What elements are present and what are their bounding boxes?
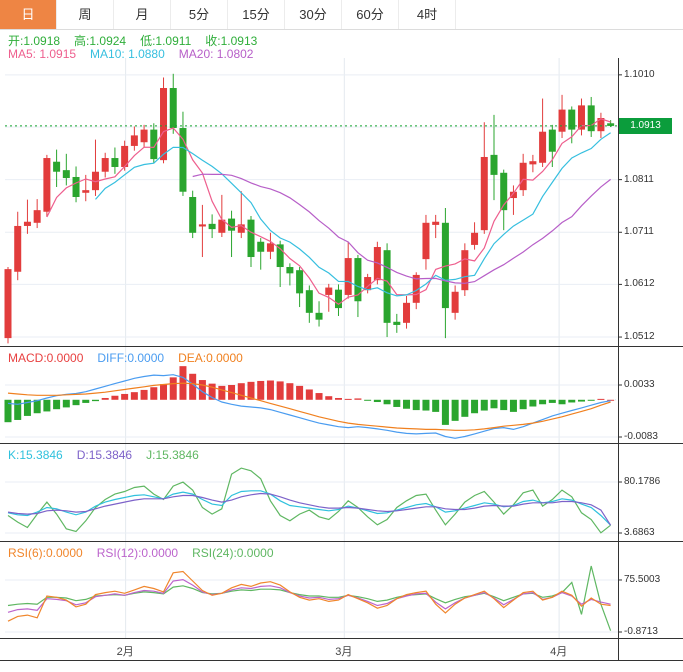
x-axis-month-1: 2月 xyxy=(117,643,134,659)
k-value: K:15.3846 xyxy=(8,448,63,462)
tab-30分[interactable]: 30分 xyxy=(285,0,342,29)
low-value: 低:1.0911 xyxy=(140,34,191,48)
d-value: D:15.3846 xyxy=(77,448,132,462)
ma20-value: MA20: 1.0802 xyxy=(179,47,254,61)
y-axis-label-0-4: 1.0612 xyxy=(624,278,655,289)
rsi12-value: RSI(12):0.0000 xyxy=(97,546,178,560)
x-axis-month-2: 3月 xyxy=(335,643,352,659)
tab-15分[interactable]: 15分 xyxy=(228,0,285,29)
y-axis-label-2-0: 80.1786 xyxy=(624,476,660,487)
rsi6-value: RSI(6):0.0000 xyxy=(8,546,83,560)
tab-月[interactable]: 月 xyxy=(114,0,171,29)
rsi24-value: RSI(24):0.0000 xyxy=(192,546,273,560)
ma-readout: MA5: 1.0915 MA10: 1.0880 MA20: 1.0802 xyxy=(8,47,267,61)
tab-日[interactable]: 日 xyxy=(0,0,57,29)
x-axis-month-3: 4月 xyxy=(550,643,567,659)
y-axis-label-0-2: 1.0811 xyxy=(624,174,654,185)
trading-chart-app: 日周月5分15分30分60分4时 开:1.0918 高:1.0924 低:1.091… xyxy=(0,0,683,672)
high-value: 高:1.0924 xyxy=(74,34,126,48)
y-axis-label-1-1: -0.0083 xyxy=(624,431,658,442)
diff-value: DIFF:0.0000 xyxy=(97,351,164,365)
y-axis-label-2-1: 3.6863 xyxy=(624,527,655,538)
macd-value: MACD:0.0000 xyxy=(8,351,83,365)
y-axis-label-0-3: 1.0711 xyxy=(624,226,654,237)
j-value: J:15.3846 xyxy=(146,448,199,462)
y-axis-label-3-1: -0.8713 xyxy=(624,626,658,637)
close-value: 收:1.0913 xyxy=(205,34,257,48)
chart-canvas xyxy=(0,0,683,672)
open-value: 开:1.0918 xyxy=(8,34,60,48)
rsi-readout: RSI(6):0.0000 RSI(12):0.0000 RSI(24):0.000… xyxy=(8,546,288,560)
tab-周[interactable]: 周 xyxy=(57,0,114,29)
y-axis-label-0-0: 1.1010 xyxy=(624,69,655,80)
macd-readout: MACD:0.0000 DIFF:0.0000 DEA:0.0000 xyxy=(8,351,257,365)
y-axis-label-0-5: 1.0512 xyxy=(624,331,655,342)
tab-60分[interactable]: 60分 xyxy=(342,0,399,29)
y-axis-label-1-0: 0.0033 xyxy=(624,379,655,390)
dea-value: DEA:0.0000 xyxy=(178,351,243,365)
ma10-value: MA10: 1.0880 xyxy=(90,47,165,61)
y-axis-label-3-0: 75.5003 xyxy=(624,574,660,585)
kdj-readout: K:15.3846 D:15.3846 J:15.3846 xyxy=(8,448,213,462)
tab-4时[interactable]: 4时 xyxy=(399,0,456,29)
tab-5分[interactable]: 5分 xyxy=(171,0,228,29)
timeframe-tab-bar: 日周月5分15分30分60分4时 xyxy=(0,0,683,30)
current-price-badge: 1.0913 xyxy=(619,118,672,134)
ma5-value: MA5: 1.0915 xyxy=(8,47,76,61)
